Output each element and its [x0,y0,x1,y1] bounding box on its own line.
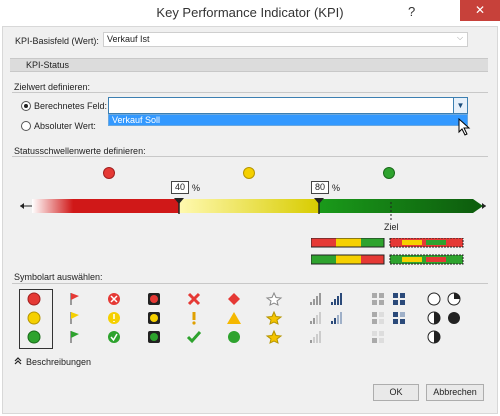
help-button[interactable]: ? [408,4,415,19]
symbol-set-stars [265,292,283,344]
symbol-set-circles [27,292,41,344]
base-field-label: KPI-Basisfeld (Wert): [15,36,99,46]
symbol-set-pies-2 [447,292,461,324]
color-scheme-samples [311,238,464,265]
kpi-status-label: KPI-Status [26,60,70,70]
goal-label: Ziel [384,222,399,232]
dropdown-option[interactable]: Verkauf Soll [108,114,468,126]
symbol-set-grid-grey [372,293,384,343]
symbol-set-signal-grey [310,293,321,343]
symbol-sets-grid[interactable] [26,292,481,346]
symbol-set-pies [427,292,441,344]
base-field-value: Verkauf Ist [107,34,150,44]
descriptions-toggle[interactable]: Beschreibungen [26,357,91,367]
dropdown-option-label: Verkauf Soll [112,115,161,125]
ok-button[interactable]: OK [373,384,419,401]
symbol-set-circled-symbols [108,293,120,343]
green-status-icon [383,167,395,179]
symbol-set-marks [186,292,202,344]
window-title: Key Performance Indicator (KPI) [156,5,344,20]
kpi-status-section-header: KPI-Status [10,58,488,72]
absolute-value-radio[interactable] [21,121,31,131]
divider [12,92,488,93]
cancel-button[interactable]: Abbrechen [426,384,484,401]
calculated-field-radio[interactable] [21,101,31,111]
yellow-status-icon [243,167,255,179]
chevron-down-icon[interactable]: ▼ [453,98,467,113]
calculated-field-label: Berechnetes Feld: [34,101,108,111]
symbol-set-shapes [227,293,241,343]
collapse-chevron-icon[interactable] [14,357,22,365]
base-field-select[interactable]: Verkauf Ist ⌵ [103,32,468,47]
calculated-field-combobox[interactable]: ▼ [108,97,468,114]
mouse-cursor-icon [458,118,471,136]
high-threshold-input[interactable]: 80 [311,181,329,194]
low-threshold-unit: % [192,183,201,193]
red-status-icon [103,167,115,179]
target-heading: Zielwert definieren: [14,82,91,92]
symbol-set-traffic-boxes [148,293,160,343]
chevron-down-icon: ⌵ [457,33,464,42]
symbol-set-grid-blue [393,293,405,324]
high-threshold-unit: % [332,183,341,193]
close-button[interactable]: ✕ [460,0,500,21]
thresholds-heading: Statusschwellenwerte definieren: [14,146,146,156]
symbol-set-flags [70,293,79,343]
low-threshold-input[interactable]: 40 [171,181,189,194]
symbols-heading: Symbolart auswählen: [14,272,103,282]
absolute-value-label: Absoluter Wert: [34,121,96,131]
divider [12,156,488,157]
threshold-gradient-bar [20,198,486,220]
divider [12,283,488,284]
scheme-red-yellow-green [311,238,385,248]
symbol-set-signal-blue [331,293,342,324]
